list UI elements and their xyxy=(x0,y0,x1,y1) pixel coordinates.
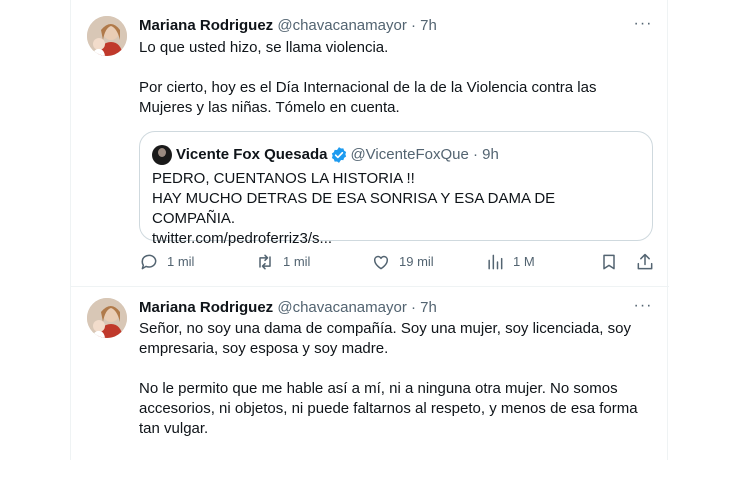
avatar[interactable] xyxy=(87,16,127,56)
author-name[interactable]: Mariana Rodriguez xyxy=(139,299,273,316)
avatar-photo xyxy=(87,16,127,56)
quoted-line: HAY MUCHO DETRAS DE ESA SONRISA Y ESA DA… xyxy=(152,190,556,227)
quoted-line: PEDRO, CUENTANOS LA HISTORIA !! xyxy=(152,170,415,187)
tweet[interactable]: Mariana Rodriguez @chavacanamayor · 7h ·… xyxy=(71,288,669,460)
tweet-time[interactable]: 7h xyxy=(420,299,437,316)
tweet-actions: 1 mil 1 mil 19 mil 1 M xyxy=(139,252,655,272)
bookmark-icon xyxy=(603,254,615,270)
verified-badge-icon xyxy=(332,147,347,163)
tweet-paragraph: Por cierto, hoy es el Día Internacional … xyxy=(139,79,597,116)
quoted-author-name: Vicente Fox Quesada xyxy=(176,146,328,163)
more-icon[interactable]: ··· xyxy=(633,14,653,34)
like-count: 19 mil xyxy=(399,254,434,269)
separator-dot: · xyxy=(411,299,416,316)
like-button[interactable]: 19 mil xyxy=(371,252,434,272)
bookmark-button[interactable] xyxy=(599,252,619,272)
views-icon xyxy=(488,254,503,270)
avatar[interactable] xyxy=(87,298,127,338)
author-handle[interactable]: @chavacanamayor xyxy=(277,299,406,316)
share-icon xyxy=(637,253,653,270)
quoted-link[interactable]: twitter.com/pedroferriz3/s... xyxy=(152,229,642,249)
author-handle[interactable]: @chavacanamayor xyxy=(277,17,406,34)
quoted-avatar xyxy=(152,145,172,165)
tweet-text: Lo que usted hizo, se llama violencia. P… xyxy=(139,38,649,118)
tweet[interactable]: Mariana Rodriguez @chavacanamayor · 7h ·… xyxy=(71,0,669,287)
tweet-paragraph: Señor, no soy una dama de compañía. Soy … xyxy=(139,320,631,357)
tweet-header: Mariana Rodriguez @chavacanamayor · 7h xyxy=(139,16,437,36)
tweet-paragraph: Lo que usted hizo, se llama violencia. xyxy=(139,39,389,56)
reply-icon xyxy=(141,254,157,270)
quoted-tweet[interactable]: Vicente Fox Quesada @VicenteFoxQue · 9h P… xyxy=(139,131,653,247)
tweet-paragraph: No le permito que me hable así a mí, ni … xyxy=(139,380,638,437)
timeline: Mariana Rodriguez @chavacanamayor · 7h ·… xyxy=(70,0,669,460)
quoted-tweet-header: Vicente Fox Quesada @VicenteFoxQue · 9h xyxy=(152,145,499,165)
author-name[interactable]: Mariana Rodriguez xyxy=(139,17,273,34)
views-count: 1 M xyxy=(513,254,535,269)
retweet-count: 1 mil xyxy=(283,254,311,269)
quoted-author-handle: @VicenteFoxQue xyxy=(350,146,469,163)
tweet-time[interactable]: 7h xyxy=(420,17,437,34)
heart-icon xyxy=(374,255,388,270)
separator-dot: · xyxy=(411,17,416,34)
reply-count: 1 mil xyxy=(167,254,195,269)
views-button[interactable]: 1 M xyxy=(485,252,535,272)
share-button[interactable] xyxy=(635,252,655,272)
retweet-button[interactable]: 1 mil xyxy=(255,252,310,272)
tweet-text: Señor, no soy una dama de compañía. Soy … xyxy=(139,319,649,439)
quoted-tweet-text: PEDRO, CUENTANOS LA HISTORIA !! HAY MUCH… xyxy=(152,169,642,249)
avatar-photo xyxy=(87,298,127,338)
separator-dot: · xyxy=(472,146,478,163)
more-icon[interactable]: ··· xyxy=(633,296,653,316)
reply-button[interactable]: 1 mil xyxy=(139,252,194,272)
quoted-tweet-time: 9h xyxy=(482,146,499,163)
retweet-icon xyxy=(259,254,271,270)
tweet-header: Mariana Rodriguez @chavacanamayor · 7h xyxy=(139,298,437,318)
